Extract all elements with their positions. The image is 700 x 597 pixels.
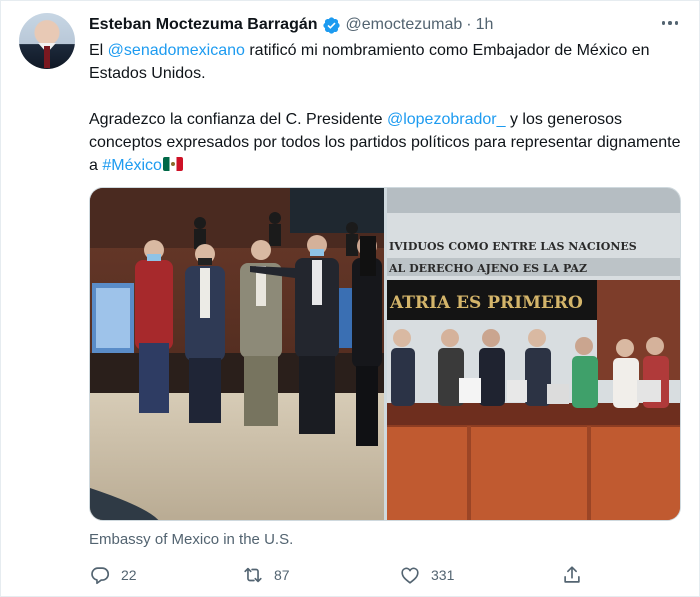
retweet-icon — [244, 567, 262, 583]
verified-badge-icon — [322, 16, 340, 34]
hashtag-mexico[interactable]: #México — [102, 157, 162, 174]
media-grid[interactable]: IVIDUOS COMO ENTRE LAS NACIONES AL DEREC… — [89, 187, 681, 521]
like-count: 331 — [431, 567, 455, 583]
tweet-text: El @senadomexicano ratificó mi nombramie… — [89, 39, 689, 177]
text-segment: Agradezco la confianza del C. Presidente — [89, 111, 387, 128]
tweet-header: Esteban Moctezuma Barragán @emoctezumab … — [89, 14, 493, 36]
retweet-button[interactable]: 87 — [242, 562, 290, 588]
mexico-flag-emoji — [162, 157, 183, 171]
more-icon[interactable] — [657, 13, 683, 33]
timestamp[interactable]: 1h — [476, 16, 494, 34]
reply-button[interactable]: 22 — [89, 562, 137, 588]
like-icon — [401, 567, 419, 584]
senate-photo-illustration: IVIDUOS COMO ENTRE LAS NACIONES AL DEREC… — [387, 188, 680, 520]
text-segment: El — [89, 42, 108, 59]
mention-senadomexicano[interactable]: @senadomexicano — [108, 42, 245, 59]
ceremony-photo[interactable] — [90, 188, 384, 520]
senate-photo[interactable]: IVIDUOS COMO ENTRE LAS NACIONES AL DEREC… — [387, 188, 680, 520]
avatar[interactable] — [19, 13, 75, 69]
media-caption[interactable]: Embassy of Mexico in the U.S. — [89, 531, 293, 548]
banner-line-2: AL DERECHO AJENO ES LA PAZ — [388, 262, 587, 275]
author-handle[interactable]: @emoctezumab — [346, 16, 463, 34]
share-button[interactable] — [561, 562, 583, 588]
ceremony-photo-illustration — [90, 188, 384, 520]
tweet-paragraph-1: El @senadomexicano ratificó mi nombramie… — [89, 39, 689, 85]
like-button[interactable]: 331 — [399, 562, 454, 588]
tweet-paragraph-2: Agradezco la confianza del C. Presidente… — [89, 108, 689, 177]
avatar-tie — [44, 46, 50, 68]
share-icon — [564, 566, 580, 583]
tweet-card[interactable]: Esteban Moctezuma Barragán @emoctezumab … — [0, 0, 700, 597]
banner-line-1: IVIDUOS COMO ENTRE LAS NACIONES — [389, 240, 637, 253]
banner-line-3: ATRIA ES PRIMERO — [389, 293, 583, 313]
retweet-count: 87 — [274, 567, 290, 583]
mention-lopezobrador[interactable]: @lopezobrador_ — [387, 111, 506, 128]
author-name[interactable]: Esteban Moctezuma Barragán — [89, 16, 318, 34]
reply-count: 22 — [121, 567, 137, 583]
separator-dot: · — [466, 16, 472, 33]
reply-icon — [91, 567, 110, 585]
action-bar: 22 87 331 — [89, 562, 689, 588]
